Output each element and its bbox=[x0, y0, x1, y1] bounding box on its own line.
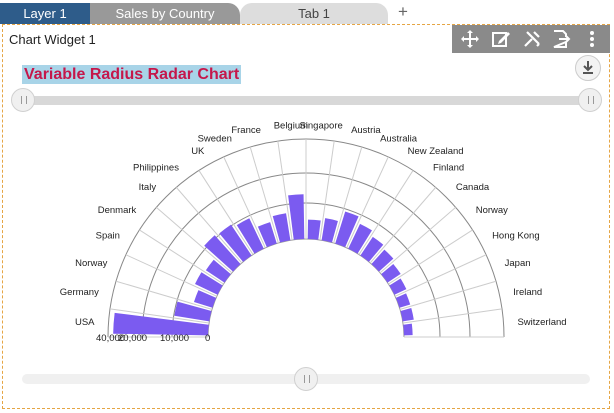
category-label: Spain bbox=[96, 230, 120, 241]
category-label: Norway bbox=[476, 205, 508, 216]
category-label: Ireland bbox=[513, 287, 542, 298]
chart-bar[interactable] bbox=[321, 218, 338, 243]
category-label: Australia bbox=[380, 133, 418, 144]
category-label: Japan bbox=[505, 258, 531, 269]
chart-bar[interactable] bbox=[272, 213, 291, 243]
category-label: Sweden bbox=[198, 133, 232, 144]
chart-bar[interactable] bbox=[403, 323, 413, 336]
chart-bar[interactable] bbox=[307, 219, 321, 240]
category-label: Philippines bbox=[133, 162, 179, 173]
radial-tick-label: 0 bbox=[205, 333, 210, 344]
category-label: Italy bbox=[139, 182, 157, 193]
radar-chart: USA Germany Norway Spain Denmark Italy Philipp… bbox=[60, 121, 567, 344]
grid-spoke bbox=[394, 254, 487, 297]
category-label: Singapore bbox=[299, 121, 342, 132]
category-label: Hong Kong bbox=[492, 230, 540, 241]
radial-tick-label: 10,000 bbox=[160, 333, 189, 344]
category-label: Norway bbox=[75, 258, 107, 269]
category-label: New Zealand bbox=[408, 146, 464, 157]
radial-tick-label: 20,000 bbox=[118, 333, 147, 344]
category-label: Switzerland bbox=[517, 317, 566, 328]
chart-bar[interactable] bbox=[400, 308, 414, 322]
category-label: France bbox=[231, 125, 261, 136]
category-label: UK bbox=[191, 146, 205, 157]
category-label: Germany bbox=[60, 287, 99, 298]
grid-spoke bbox=[198, 170, 254, 255]
grid-spoke bbox=[388, 229, 473, 285]
grid-spoke bbox=[358, 170, 414, 255]
grid-spoke bbox=[402, 308, 503, 324]
grid-spoke bbox=[139, 229, 224, 285]
category-label: Canada bbox=[456, 182, 490, 193]
category-label: Denmark bbox=[98, 205, 137, 216]
category-label: Austria bbox=[351, 125, 381, 136]
category-label: USA bbox=[75, 317, 95, 328]
grid-spoke bbox=[399, 280, 497, 310]
category-label: Finland bbox=[433, 162, 464, 173]
